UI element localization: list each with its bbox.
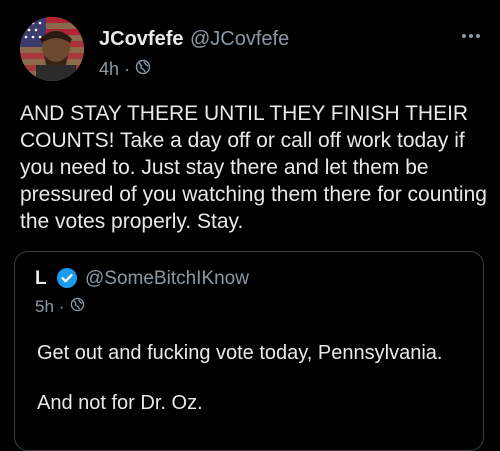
- avatar[interactable]: [20, 17, 84, 81]
- tweet-meta: 4h ·: [99, 59, 151, 80]
- globe-icon: [135, 59, 151, 80]
- display-name[interactable]: JCovfefe: [99, 28, 183, 51]
- quoted-display-name[interactable]: L: [35, 268, 47, 290]
- user-handle[interactable]: @JCovfefe: [190, 28, 289, 51]
- quoted-text-line-1: Get out and fucking vote today, Pennsylv…: [37, 342, 443, 364]
- globe-icon: [70, 297, 85, 317]
- quoted-meta-separator: ·: [58, 297, 65, 316]
- quoted-text-line-2: And not for Dr. Oz.: [37, 392, 203, 414]
- quoted-meta: 5h ·: [35, 297, 85, 317]
- meta-separator: ·: [124, 59, 131, 79]
- tweet-text: AND STAY THERE UNTIL THEY FINISH THEIR C…: [20, 102, 487, 233]
- quoted-tweet[interactable]: L @SomeBitchIKnow 5h · Get out and fucki…: [14, 251, 484, 451]
- timestamp[interactable]: 4h: [99, 59, 119, 80]
- more-options-icon[interactable]: [462, 34, 480, 38]
- quoted-user-handle[interactable]: @SomeBitchIKnow: [85, 268, 249, 290]
- verified-badge-icon: [57, 268, 77, 288]
- quoted-timestamp[interactable]: 5h: [35, 297, 54, 317]
